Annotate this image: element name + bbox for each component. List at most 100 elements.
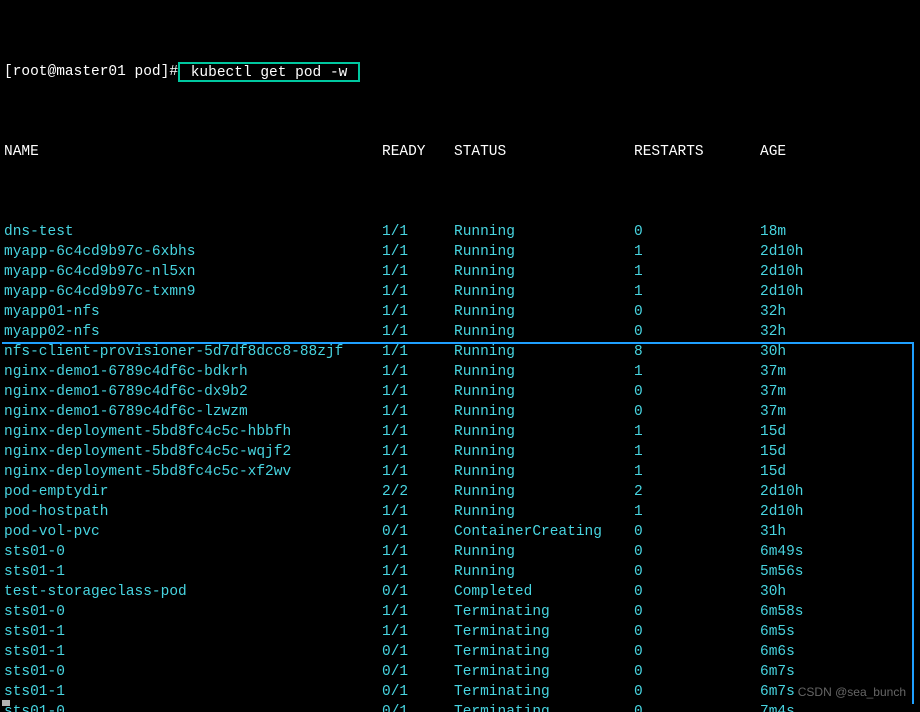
cell-restarts: 0 [634,702,760,712]
cell-restarts: 8 [634,342,760,362]
cell-name: pod-emptydir [4,482,382,502]
table-row: myapp-6c4cd9b97c-nl5xn1/1Running12d10h [4,262,908,282]
cell-restarts: 0 [634,542,760,562]
cell-age: 7m4s [760,702,908,712]
cell-ready: 0/1 [382,582,454,602]
cell-status: Running [454,322,634,342]
table-row: nginx-deployment-5bd8fc4c5c-wqjf21/1Runn… [4,442,908,462]
table-row: nfs-client-provisioner-5d7df8dcc8-88zjf1… [4,342,908,362]
cell-restarts: 0 [634,602,760,622]
cell-age: 37m [760,402,908,422]
shell-prompt-line: [root@master01 pod]# kubectl get pod -w [4,62,908,82]
cell-name: myapp01-nfs [4,302,382,322]
cell-name: sts01-1 [4,562,382,582]
col-header-ready: READY [382,142,454,162]
cell-ready: 1/1 [382,442,454,462]
cell-name: myapp-6c4cd9b97c-txmn9 [4,282,382,302]
cell-age: 6m58s [760,602,908,622]
cell-status: Running [454,502,634,522]
cell-age: 32h [760,302,908,322]
cell-restarts: 0 [634,562,760,582]
cell-status: Running [454,362,634,382]
table-row: pod-hostpath1/1Running12d10h [4,502,908,522]
cell-status: Completed [454,582,634,602]
cell-restarts: 0 [634,222,760,242]
cell-status: Running [454,282,634,302]
col-header-name: NAME [4,142,382,162]
cell-status: Running [454,242,634,262]
cell-ready: 0/1 [382,522,454,542]
cell-ready: 1/1 [382,322,454,342]
cell-name: nginx-deployment-5bd8fc4c5c-xf2wv [4,462,382,482]
cell-ready: 0/1 [382,642,454,662]
table-row: pod-emptydir2/2Running22d10h [4,482,908,502]
terminal-cursor [2,700,10,706]
cell-ready: 1/1 [382,302,454,322]
cell-restarts: 0 [634,642,760,662]
cell-ready: 1/1 [382,242,454,262]
cell-status: Running [454,422,634,442]
cell-status: Terminating [454,602,634,622]
cell-age: 31h [760,522,908,542]
cell-restarts: 1 [634,362,760,382]
cell-status: Running [454,442,634,462]
cell-status: Running [454,402,634,422]
cell-restarts: 1 [634,442,760,462]
cell-restarts: 0 [634,662,760,682]
cell-ready: 1/1 [382,402,454,422]
cell-age: 30h [760,342,908,362]
cell-restarts: 0 [634,582,760,602]
cell-name: nginx-deployment-5bd8fc4c5c-hbbfh [4,422,382,442]
cell-age: 2d10h [760,262,908,282]
cell-ready: 1/1 [382,502,454,522]
cell-ready: 1/1 [382,422,454,442]
cell-status: Terminating [454,642,634,662]
cell-restarts: 1 [634,502,760,522]
cell-name: sts01-0 [4,662,382,682]
cell-age: 6m6s [760,642,908,662]
cell-age: 15d [760,442,908,462]
table-row: sts01-00/1Terminating06m7s [4,662,908,682]
cell-ready: 1/1 [382,602,454,622]
cell-name: nginx-demo1-6789c4df6c-lzwzm [4,402,382,422]
cell-status: Terminating [454,622,634,642]
cell-ready: 0/1 [382,682,454,702]
cell-name: sts01-1 [4,622,382,642]
cell-age: 2d10h [760,242,908,262]
table-row: nginx-demo1-6789c4df6c-dx9b21/1Running03… [4,382,908,402]
cell-age: 6m5s [760,622,908,642]
cell-ready: 1/1 [382,342,454,362]
cell-restarts: 0 [634,322,760,342]
cell-name: dns-test [4,222,382,242]
col-header-age: AGE [760,142,908,162]
terminal-window[interactable]: [root@master01 pod]# kubectl get pod -w … [0,0,912,708]
cell-restarts: 0 [634,302,760,322]
cell-name: myapp-6c4cd9b97c-6xbhs [4,242,382,262]
table-row: nginx-demo1-6789c4df6c-bdkrh1/1Running13… [4,362,908,382]
table-row: dns-test1/1Running018m [4,222,908,242]
cell-name: pod-vol-pvc [4,522,382,542]
col-header-restarts: RESTARTS [634,142,760,162]
cell-age: 15d [760,462,908,482]
cell-name: myapp-6c4cd9b97c-nl5xn [4,262,382,282]
cell-restarts: 1 [634,282,760,302]
table-header-row: NAME READY STATUS RESTARTS AGE [4,142,908,162]
cell-name: sts01-0 [4,542,382,562]
cell-restarts: 1 [634,422,760,442]
cell-age: 2d10h [760,482,908,502]
cell-status: Running [454,482,634,502]
cell-age: 2d10h [760,282,908,302]
command-input-highlight: kubectl get pod -w [178,62,360,82]
cell-ready: 1/1 [382,362,454,382]
cell-restarts: 0 [634,402,760,422]
cell-ready: 2/2 [382,482,454,502]
cell-status: Terminating [454,702,634,712]
cell-ready: 1/1 [382,382,454,402]
table-row: sts01-10/1Terminating06m7s [4,682,908,702]
cell-name: sts01-1 [4,682,382,702]
table-row: nginx-deployment-5bd8fc4c5c-hbbfh1/1Runn… [4,422,908,442]
table-row: myapp-6c4cd9b97c-6xbhs1/1Running12d10h [4,242,908,262]
cell-name: sts01-0 [4,602,382,622]
cell-age: 32h [760,322,908,342]
cell-ready: 1/1 [382,222,454,242]
